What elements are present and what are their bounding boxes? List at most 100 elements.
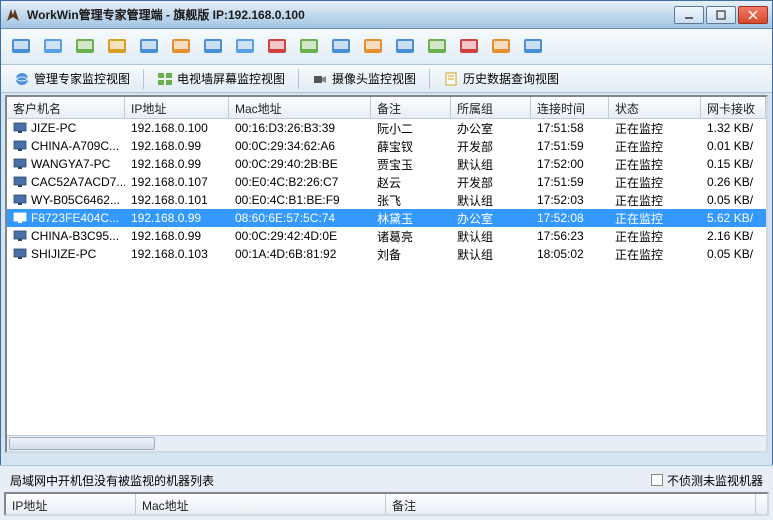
cell-group: 办公室 [451,119,531,138]
cell-status: 正在监控 [609,137,701,156]
bottom-table: IP地址 Mac地址 备注 [4,492,769,516]
cell-note: 赵云 [371,173,451,192]
titlebar: WorkWin管理专家管理端 - 旗舰版 IP:192.168.0.100 [1,1,772,29]
col-mac[interactable]: Mac地址 [229,97,371,118]
cell-mac: 00:16:D3:26:B3:39 [229,120,371,136]
cell-net: 5.62 KB/ [701,210,766,226]
maximize-button[interactable] [706,6,736,24]
col-status[interactable]: 状态 [609,97,701,118]
bottom-title: 局域网中开机但没有被监视的机器列表 [10,472,214,489]
separator [298,69,299,89]
camera-icon [312,71,328,87]
cell-net: 2.16 KB/ [701,228,766,244]
home-icon[interactable] [7,33,35,61]
checkbox-icon [651,474,663,486]
cell-group: 默认组 [451,155,531,174]
screens-icon[interactable] [71,33,99,61]
cell-name: F8723FE404C... [31,211,119,225]
col-client-name[interactable]: 客户机名 [7,97,125,118]
capture-icon[interactable] [455,33,483,61]
window-title: WorkWin管理专家管理端 - 旗舰版 IP:192.168.0.100 [27,6,674,23]
table-row[interactable]: CHINA-B3C95... 192.168.0.99 00:0C:29:42:… [7,227,766,245]
minimize-button[interactable] [674,6,704,24]
monitor-icon [13,230,27,242]
refresh-icon[interactable] [135,33,163,61]
cell-name: JIZE-PC [31,121,76,135]
cell-name: WANGYA7-PC [31,157,110,171]
view-label: 管理专家监控视图 [34,70,130,87]
table-row[interactable]: CHINA-A709C... 192.168.0.99 00:0C:29:34:… [7,137,766,155]
bcol-ip[interactable]: IP地址 [6,494,136,514]
cell-name: CHINA-B3C95... [31,229,119,243]
cell-mac: 00:E0:4C:B1:BE:F9 [229,192,371,208]
bcol-note[interactable]: 备注 [386,494,756,514]
send-icon[interactable] [231,33,259,61]
view-label: 历史数据查询视图 [463,70,559,87]
cell-net: 0.26 KB/ [701,174,766,190]
cell-name: WY-B05C6462... [31,193,120,207]
col-net-recv[interactable]: 网卡接收 [701,97,766,118]
cell-name: CAC52A7ACD7... [31,175,125,189]
chat-icon[interactable] [295,33,323,61]
cell-ip: 192.168.0.100 [125,120,229,136]
cell-note: 阮小二 [371,119,451,138]
table-row[interactable]: WANGYA7-PC 192.168.0.99 00:0C:29:40:2B:B… [7,155,766,173]
cell-note: 张飞 [371,191,451,210]
scrollbar-thumb[interactable] [9,437,155,450]
table-row[interactable]: WY-B05C6462... 192.168.0.101 00:E0:4C:B1… [7,191,766,209]
cell-group: 默认组 [451,227,531,246]
client-table: 客户机名 IP地址 Mac地址 备注 所属组 连接时间 状态 网卡接收 JIZE… [5,95,768,453]
col-connect-time[interactable]: 连接时间 [531,97,609,118]
app-icon [5,7,21,23]
cell-time: 17:51:59 [531,174,609,190]
cell-note: 贾宝玉 [371,155,451,174]
monitor-icon [13,248,27,260]
help-icon[interactable] [519,33,547,61]
monitor-icon[interactable] [39,33,67,61]
cell-status: 正在监控 [609,191,701,210]
table-row[interactable]: F8723FE404C... 192.168.0.99 08:60:6E:57:… [7,209,766,227]
monitor-icon [13,158,27,170]
view-tvwall-monitor[interactable]: 电视墙屏幕监控视图 [150,68,292,90]
cell-time: 17:56:23 [531,228,609,244]
cell-group: 默认组 [451,245,531,264]
lock-icon[interactable] [263,33,291,61]
view-label: 摄像头监控视图 [332,70,416,87]
user-icon[interactable] [487,33,515,61]
folder-icon[interactable] [167,33,195,61]
col-note[interactable]: 备注 [371,97,451,118]
col-group[interactable]: 所属组 [451,97,531,118]
no-detect-checkbox[interactable]: 不侦测未监视机器 [651,472,763,489]
monitor-icon [13,194,27,206]
cell-mac: 00:0C:29:42:4D:0E [229,228,371,244]
window-icon[interactable] [199,33,227,61]
globe-icon[interactable] [327,33,355,61]
col-ip[interactable]: IP地址 [125,97,229,118]
bcol-mac[interactable]: Mac地址 [136,494,386,514]
cell-note: 刘备 [371,245,451,264]
view-camera-monitor[interactable]: 摄像头监控视图 [305,68,423,90]
view-expert-monitor[interactable]: 管理专家监控视图 [7,68,137,90]
table-row[interactable]: SHIJIZE-PC 192.168.0.103 00:1A:4D:6B:81:… [7,245,766,263]
horizontal-scrollbar[interactable] [7,435,766,451]
checkbox-label: 不侦测未监视机器 [667,472,763,489]
clock-icon[interactable] [391,33,419,61]
calendar-icon[interactable] [423,33,451,61]
pie-icon[interactable] [359,33,387,61]
table-row[interactable]: JIZE-PC 192.168.0.100 00:16:D3:26:B3:39 … [7,119,766,137]
cell-ip: 192.168.0.103 [125,246,229,262]
main-toolbar [1,29,772,65]
cell-name: SHIJIZE-PC [31,247,96,261]
cell-net: 0.05 KB/ [701,192,766,208]
window-buttons [674,6,768,24]
cell-mac: 00:1A:4D:6B:81:92 [229,246,371,262]
close-button[interactable] [738,6,768,24]
monitor-icon [13,176,27,188]
view-history-query[interactable]: 历史数据查询视图 [436,68,566,90]
share-icon[interactable] [103,33,131,61]
cell-net: 1.32 KB/ [701,120,766,136]
cell-ip: 192.168.0.101 [125,192,229,208]
table-row[interactable]: CAC52A7ACD7... 192.168.0.107 00:E0:4C:B2… [7,173,766,191]
globe-icon [14,71,30,87]
cell-status: 正在监控 [609,227,701,246]
